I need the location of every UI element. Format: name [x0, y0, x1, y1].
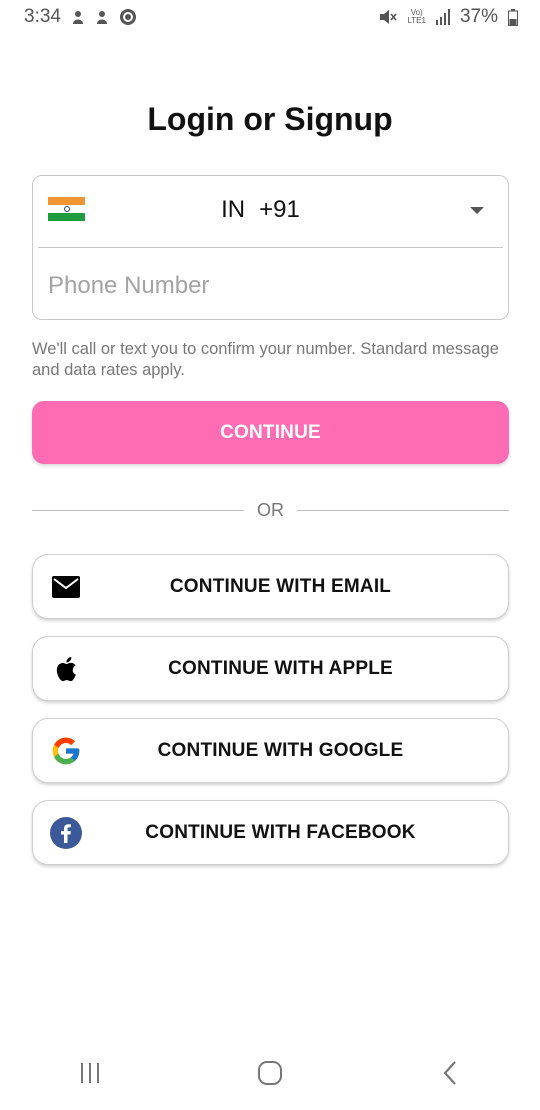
google-icon [49, 734, 83, 768]
whatsapp-icon [119, 8, 137, 26]
google-button-label: CONTINUE WITH GOOGLE [157, 739, 404, 761]
page-title: Login or Signup [147, 101, 393, 137]
country-label: IN +91 [33, 196, 508, 224]
chevron-down-icon [470, 207, 484, 214]
system-nav-bar [0, 1040, 540, 1110]
country-selector[interactable]: IN +91 [33, 176, 508, 248]
or-line-right [297, 509, 509, 511]
mute-icon [379, 9, 398, 25]
continue-with-google-button[interactable]: CONTINUE WITH GOOGLE [32, 718, 509, 783]
phone-entry-box: IN +91 [32, 175, 509, 320]
notification-icon [95, 9, 109, 25]
back-icon [441, 1060, 459, 1091]
notification-icon [71, 9, 85, 25]
continue-with-apple-button[interactable]: CONTINUE WITH APPLE [32, 636, 509, 701]
or-divider: OR [32, 498, 509, 522]
login-screen: 3:34 Vo) LTE1 37% Login or Signup IN +91… [0, 0, 540, 1110]
phone-number-input[interactable] [48, 266, 488, 306]
helper-text: We'll call or text you to confirm your n… [32, 340, 499, 379]
status-bar: 3:34 Vo) LTE1 37% [0, 0, 540, 34]
recents-icon [79, 1062, 101, 1089]
recents-button[interactable] [60, 1055, 120, 1095]
field-divider [38, 247, 503, 248]
facebook-icon [49, 816, 83, 850]
dial-code: +91 [259, 196, 300, 223]
status-right: Vo) LTE1 37% [379, 6, 518, 28]
signal-icon [435, 9, 450, 25]
apple-icon [49, 652, 83, 686]
apple-button-label: CONTINUE WITH APPLE [168, 657, 393, 679]
envelope-icon [49, 570, 83, 604]
facebook-button-label: CONTINUE WITH FACEBOOK [145, 821, 416, 843]
home-button[interactable] [240, 1055, 300, 1095]
back-button[interactable] [420, 1055, 480, 1095]
status-time: 3:34 [24, 6, 61, 27]
email-button-label: CONTINUE WITH EMAIL [169, 575, 392, 597]
country-code: IN [221, 196, 246, 223]
battery-icon [508, 8, 518, 26]
continue-button[interactable]: CONTINUE [32, 401, 509, 464]
status-left: 3:34 [24, 6, 137, 28]
battery-percent: 37% [459, 6, 498, 27]
home-icon [257, 1060, 283, 1091]
or-line-left [32, 509, 244, 511]
continue-with-facebook-button[interactable]: CONTINUE WITH FACEBOOK [32, 800, 509, 865]
lte-indicator: Vo) LTE1 [407, 8, 426, 25]
continue-with-email-button[interactable]: CONTINUE WITH EMAIL [32, 554, 509, 619]
or-text: OR [257, 499, 284, 520]
